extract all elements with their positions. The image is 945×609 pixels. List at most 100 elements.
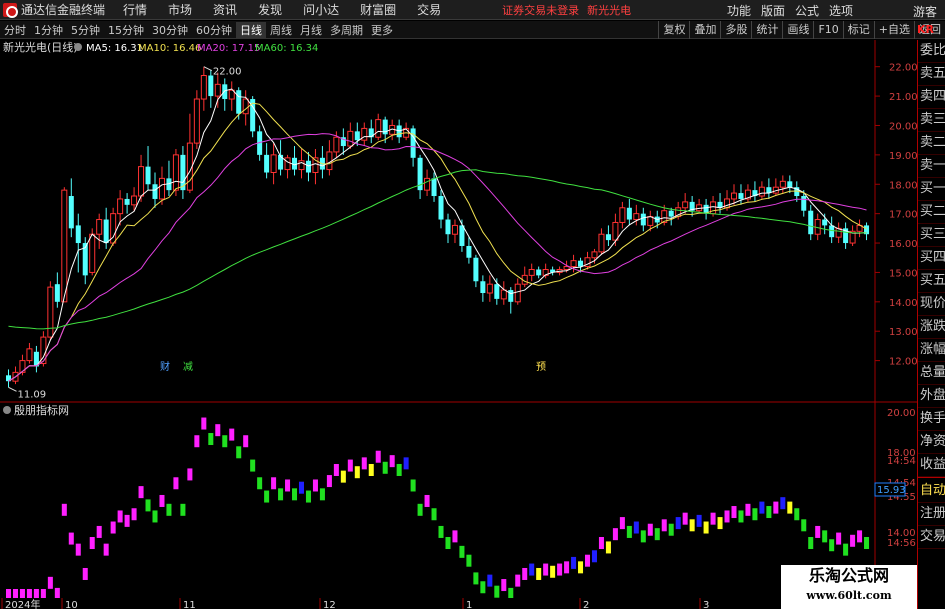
indicator-bar — [382, 461, 388, 474]
indicator-bar — [312, 479, 318, 492]
menu-item-5[interactable]: 财富圈 — [360, 1, 396, 18]
indicator-bar — [12, 589, 18, 598]
tool-button-7[interactable]: +自选 — [873, 21, 914, 39]
candle — [752, 181, 758, 202]
indicator-bar — [201, 417, 207, 430]
menu-item-3[interactable]: 发现 — [258, 1, 282, 18]
indicator-bar — [801, 519, 807, 532]
menu-item-4[interactable]: 问小达 — [303, 1, 339, 18]
candle — [264, 143, 270, 179]
tool-button-3[interactable]: 统计 — [751, 21, 782, 39]
price-tick-label: 19.00 — [889, 151, 917, 162]
price-tick-label: 14.00 — [889, 298, 917, 309]
indicator-bar — [515, 574, 521, 587]
period-tab-9[interactable]: 多周期 — [326, 22, 367, 38]
side-item-17: 净资 — [918, 431, 945, 454]
candle — [536, 266, 542, 279]
event-marker-0[interactable]: 财 — [160, 360, 170, 373]
menu-item-0[interactable]: 行情 — [123, 1, 147, 18]
indicator-bar — [717, 517, 723, 530]
indicator-bar — [347, 459, 353, 472]
tool-button-5[interactable]: F10 — [813, 21, 842, 39]
candle — [438, 190, 444, 229]
period-tab-2[interactable]: 5分钟 — [67, 22, 104, 38]
indicator-bar — [696, 514, 702, 527]
period-tab-10[interactable]: 更多 — [367, 22, 397, 38]
indicator-bar — [215, 424, 221, 437]
high-price-label: 22.00 — [213, 67, 242, 78]
candle — [33, 345, 39, 373]
candle — [717, 193, 723, 214]
indicator-bar — [605, 541, 611, 554]
price-tick-label: 15.00 — [889, 268, 917, 279]
indicator-bar — [710, 512, 716, 525]
price-tick-label: 13.00 — [889, 327, 917, 338]
period-tab-0[interactable]: 分时 — [0, 22, 30, 38]
side-item-13: 涨幅 — [918, 339, 945, 362]
price-tick-label: 18.00 — [889, 180, 917, 191]
period-tab-5[interactable]: 60分钟 — [192, 22, 236, 38]
guest-label[interactable]: 游客 — [913, 3, 937, 20]
indicator-bar — [864, 537, 870, 550]
indicator-bar — [780, 497, 786, 510]
price-tick-label: 22.00 — [889, 63, 917, 74]
indicator-bar — [724, 510, 730, 523]
side-action-1[interactable]: 注册 — [918, 503, 945, 526]
right-menu-item-2[interactable]: 公式 — [795, 2, 819, 19]
date-label-6: 3 — [703, 600, 709, 609]
date-axis-svg: 2024年 10 11 12 1 2 3 — [1, 598, 709, 609]
period-tab-1[interactable]: 1分钟 — [30, 22, 67, 38]
tool-button-4[interactable]: 画线 — [782, 21, 813, 39]
period-tab-4[interactable]: 30分钟 — [148, 22, 192, 38]
tool-button-6[interactable]: 标记 — [842, 21, 874, 39]
period-tab-6[interactable]: 日线 — [236, 21, 266, 38]
indicator-bar — [473, 572, 479, 585]
side-action-0[interactable]: 自动 — [918, 480, 945, 503]
right-menu-item-3[interactable]: 选项 — [829, 2, 853, 19]
date-label-0: 2024年 — [5, 598, 40, 609]
indicator-bar — [361, 457, 367, 470]
date-label-2: 11 — [183, 600, 196, 609]
side-item-3: 卖三 — [918, 109, 945, 132]
indicator-bar — [68, 532, 74, 545]
trade-login-alert[interactable]: 证券交易未登录 — [502, 2, 579, 18]
candle — [214, 72, 221, 108]
candle — [550, 266, 556, 276]
candle — [96, 213, 103, 249]
candle — [312, 148, 319, 185]
right-menu-item-0[interactable]: 功能 — [727, 2, 751, 19]
indicator-bar — [745, 503, 751, 516]
menu-item-2[interactable]: 资讯 — [213, 1, 237, 18]
date-label-4: 1 — [466, 600, 472, 609]
indicator-bar — [550, 565, 556, 578]
period-tab-3[interactable]: 15分钟 — [104, 22, 148, 38]
menu-item-6[interactable]: 交易 — [417, 1, 441, 18]
side-action-2[interactable]: 交易 — [918, 526, 945, 549]
indicator-bar — [738, 510, 744, 523]
stock-alert[interactable]: 新光光电 — [587, 2, 631, 18]
period-tab-8[interactable]: 月线 — [296, 22, 326, 38]
indicator-tick-label: 20.00 — [887, 408, 916, 419]
indicator-bar — [466, 554, 472, 567]
right-menu-item-1[interactable]: 版面 — [761, 2, 785, 19]
tool-button-2[interactable]: 多股 — [720, 21, 751, 39]
menu-item-1[interactable]: 市场 — [168, 1, 192, 18]
side-item-5: 卖一 — [918, 155, 945, 178]
side-item-10: 买五 — [918, 270, 945, 293]
period-tab-7[interactable]: 周线 — [266, 22, 296, 38]
candle — [508, 287, 514, 314]
indicator-bar — [682, 512, 688, 525]
indicator-bar — [319, 488, 325, 501]
indicator-bar — [522, 567, 528, 580]
tool-button-0[interactable]: 复权 — [658, 21, 689, 39]
candle — [626, 198, 632, 226]
event-marker-2[interactable]: 预 — [536, 361, 546, 373]
kline-chart[interactable]: 新光光电(日线) MA5: 16.31MA10: 16.46MA20: 17.15… — [0, 40, 917, 598]
indicator-bar — [564, 561, 570, 574]
candle — [605, 225, 611, 246]
indicator-bar — [619, 517, 625, 530]
tool-button-1[interactable]: 叠加 — [689, 21, 720, 39]
indicator-bar — [166, 503, 172, 516]
event-marker-1[interactable]: 减 — [183, 361, 193, 373]
candle — [180, 146, 186, 199]
